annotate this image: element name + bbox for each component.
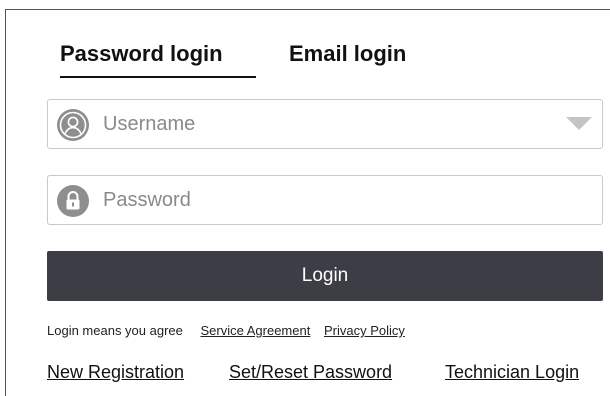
username-field[interactable] bbox=[47, 99, 603, 149]
technician-login-link[interactable]: Technician Login bbox=[445, 362, 579, 383]
password-input[interactable] bbox=[103, 184, 533, 216]
password-field[interactable] bbox=[47, 175, 603, 225]
agreement-text: Login means you agree bbox=[47, 323, 183, 338]
user-icon bbox=[57, 109, 89, 141]
reset-password-link[interactable]: Set/Reset Password bbox=[229, 362, 392, 383]
privacy-policy-link[interactable]: Privacy Policy bbox=[324, 323, 405, 338]
login-button[interactable]: Login bbox=[47, 251, 603, 301]
lock-icon bbox=[57, 185, 89, 217]
agreement-line: Login means you agree Service Agreement … bbox=[47, 323, 405, 338]
username-input[interactable] bbox=[103, 108, 533, 140]
service-agreement-link[interactable]: Service Agreement bbox=[201, 323, 311, 338]
tab-email-login[interactable]: Email login bbox=[289, 40, 406, 68]
tab-password-login[interactable]: Password login bbox=[60, 40, 223, 68]
dropdown-arrow-icon[interactable] bbox=[566, 117, 592, 131]
new-registration-link[interactable]: New Registration bbox=[47, 362, 184, 383]
active-tab-indicator bbox=[60, 76, 256, 78]
